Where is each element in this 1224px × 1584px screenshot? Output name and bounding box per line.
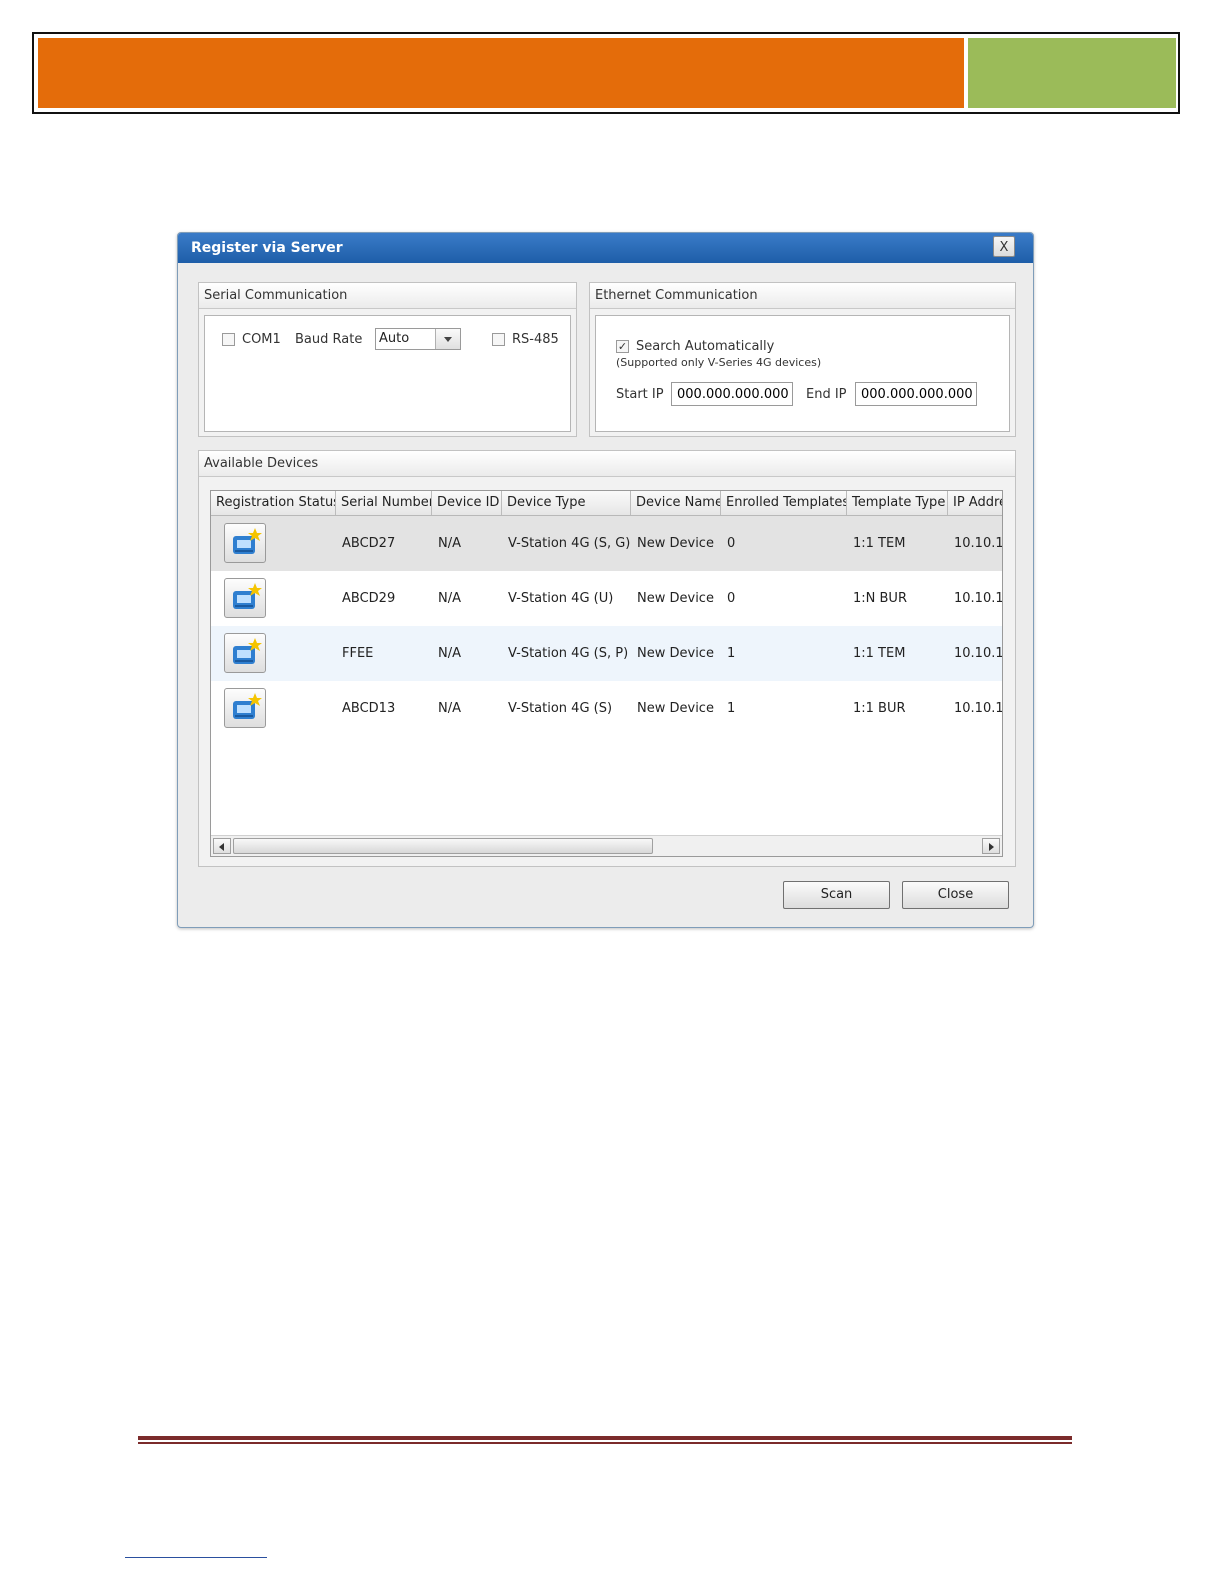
template-type-cell: 1:N BUR <box>853 591 907 606</box>
serial-group-body: COM1 Baud Rate Auto RS-485 <box>204 315 571 432</box>
close-icon[interactable]: X <box>993 236 1015 257</box>
scroll-left-icon[interactable] <box>213 838 231 854</box>
serial-number-cell: ABCD27 <box>342 536 396 551</box>
baud-rate-label: Baud Rate <box>295 332 363 347</box>
scan-button[interactable]: Scan <box>783 881 890 909</box>
column-header-enrolled-templates[interactable]: Enrolled Templates <box>721 491 847 515</box>
column-header-registration-status[interactable]: Registration Status <box>211 491 336 515</box>
scrollbar-thumb[interactable] <box>233 838 653 854</box>
device-type-cell: V-Station 4G (S) <box>508 701 613 716</box>
ip-address-cell: 10.10.1. <box>954 646 1003 661</box>
chevron-down-icon[interactable] <box>435 329 460 349</box>
enrolled-templates-cell: 0 <box>727 536 736 551</box>
serial-number-cell: ABCD13 <box>342 701 396 716</box>
device-name-cell: New Device <box>637 701 714 716</box>
close-button[interactable]: Close <box>902 881 1009 909</box>
device-id-cell: N/A <box>438 701 461 716</box>
serial-number-cell: FFEE <box>342 646 374 661</box>
ip-address-cell: 10.10.1. <box>954 701 1003 716</box>
header-orange-bar <box>38 38 964 108</box>
device-id-cell: N/A <box>438 646 461 661</box>
register-device-icon[interactable] <box>224 578 266 618</box>
column-header-device-type[interactable]: Device Type <box>502 491 631 515</box>
ethernet-group-title: Ethernet Communication <box>590 283 1015 309</box>
device-id-cell: N/A <box>438 591 461 606</box>
enrolled-templates-cell: 1 <box>727 646 736 661</box>
table-row[interactable]: ABCD13 N/A V-Station 4G (S) New Device 1… <box>211 681 1002 736</box>
rs485-checkbox[interactable] <box>492 333 505 346</box>
start-ip-label: Start IP <box>616 387 664 402</box>
serial-group-title: Serial Communication <box>199 283 576 309</box>
enrolled-templates-cell: 1 <box>727 701 736 716</box>
table-row[interactable]: ABCD27 N/A V-Station 4G (S, G) New Devic… <box>211 516 1002 571</box>
com1-checkbox[interactable] <box>222 333 235 346</box>
register-device-icon[interactable] <box>224 633 266 673</box>
devices-group-title: Available Devices <box>199 451 1015 477</box>
baud-rate-value: Auto <box>379 331 410 346</box>
rs485-label: RS-485 <box>512 332 559 347</box>
search-automatically-label: Search Automatically <box>636 339 775 354</box>
serial-number-cell: ABCD29 <box>342 591 396 606</box>
table-row[interactable]: ABCD29 N/A V-Station 4G (U) New Device 0… <box>211 571 1002 626</box>
search-note: (Supported only V-Series 4G devices) <box>616 356 822 369</box>
search-automatically-checkbox[interactable]: ✓ <box>616 340 629 353</box>
device-name-cell: New Device <box>637 591 714 606</box>
column-header-device-name[interactable]: Device Name <box>631 491 721 515</box>
end-ip-input[interactable] <box>855 382 977 406</box>
enrolled-templates-cell: 0 <box>727 591 736 606</box>
device-name-cell: New Device <box>637 646 714 661</box>
footer-link-underline <box>125 1557 267 1558</box>
end-ip-label: End IP <box>806 387 847 402</box>
device-id-cell: N/A <box>438 536 461 551</box>
dialog-title: Register via Server <box>191 240 343 256</box>
column-header-device-id[interactable]: Device ID <box>432 491 502 515</box>
ethernet-group-body: ✓ Search Automatically (Supported only V… <box>595 315 1010 432</box>
template-type-cell: 1:1 TEM <box>853 646 906 661</box>
device-type-cell: V-Station 4G (U) <box>508 591 614 606</box>
document-header-banner <box>32 32 1180 114</box>
register-device-icon[interactable] <box>224 688 266 728</box>
ip-address-cell: 10.10.1. <box>954 591 1003 606</box>
table-header: Registration Status Serial Number Device… <box>211 491 1002 516</box>
device-type-cell: V-Station 4G (S, P) <box>508 646 629 661</box>
scroll-right-icon[interactable] <box>982 838 1000 854</box>
device-name-cell: New Device <box>637 536 714 551</box>
ethernet-communication-group: Ethernet Communication ✓ Search Automati… <box>589 282 1016 437</box>
horizontal-scrollbar[interactable] <box>211 835 1002 856</box>
table-row[interactable]: FFEE N/A V-Station 4G (S, P) New Device … <box>211 626 1002 681</box>
baud-rate-select[interactable]: Auto <box>375 328 461 350</box>
device-type-cell: V-Station 4G (S, G) <box>508 536 631 551</box>
com1-label: COM1 <box>242 332 281 347</box>
template-type-cell: 1:1 TEM <box>853 536 906 551</box>
devices-table: Registration Status Serial Number Device… <box>210 490 1003 857</box>
footer-divider <box>138 1436 1072 1444</box>
serial-communication-group: Serial Communication COM1 Baud Rate Auto… <box>198 282 577 437</box>
column-header-template-type[interactable]: Template Type <box>847 491 948 515</box>
template-type-cell: 1:1 BUR <box>853 701 906 716</box>
dialog-titlebar: Register via Server X <box>178 233 1033 263</box>
column-header-serial-number[interactable]: Serial Number <box>336 491 432 515</box>
header-green-bar <box>968 38 1176 108</box>
ip-address-cell: 10.10.1. <box>954 536 1003 551</box>
start-ip-input[interactable] <box>671 382 793 406</box>
column-header-ip-address[interactable]: IP Address <box>948 491 1002 515</box>
register-via-server-dialog: Register via Server X Serial Communicati… <box>177 232 1034 928</box>
register-device-icon[interactable] <box>224 523 266 563</box>
